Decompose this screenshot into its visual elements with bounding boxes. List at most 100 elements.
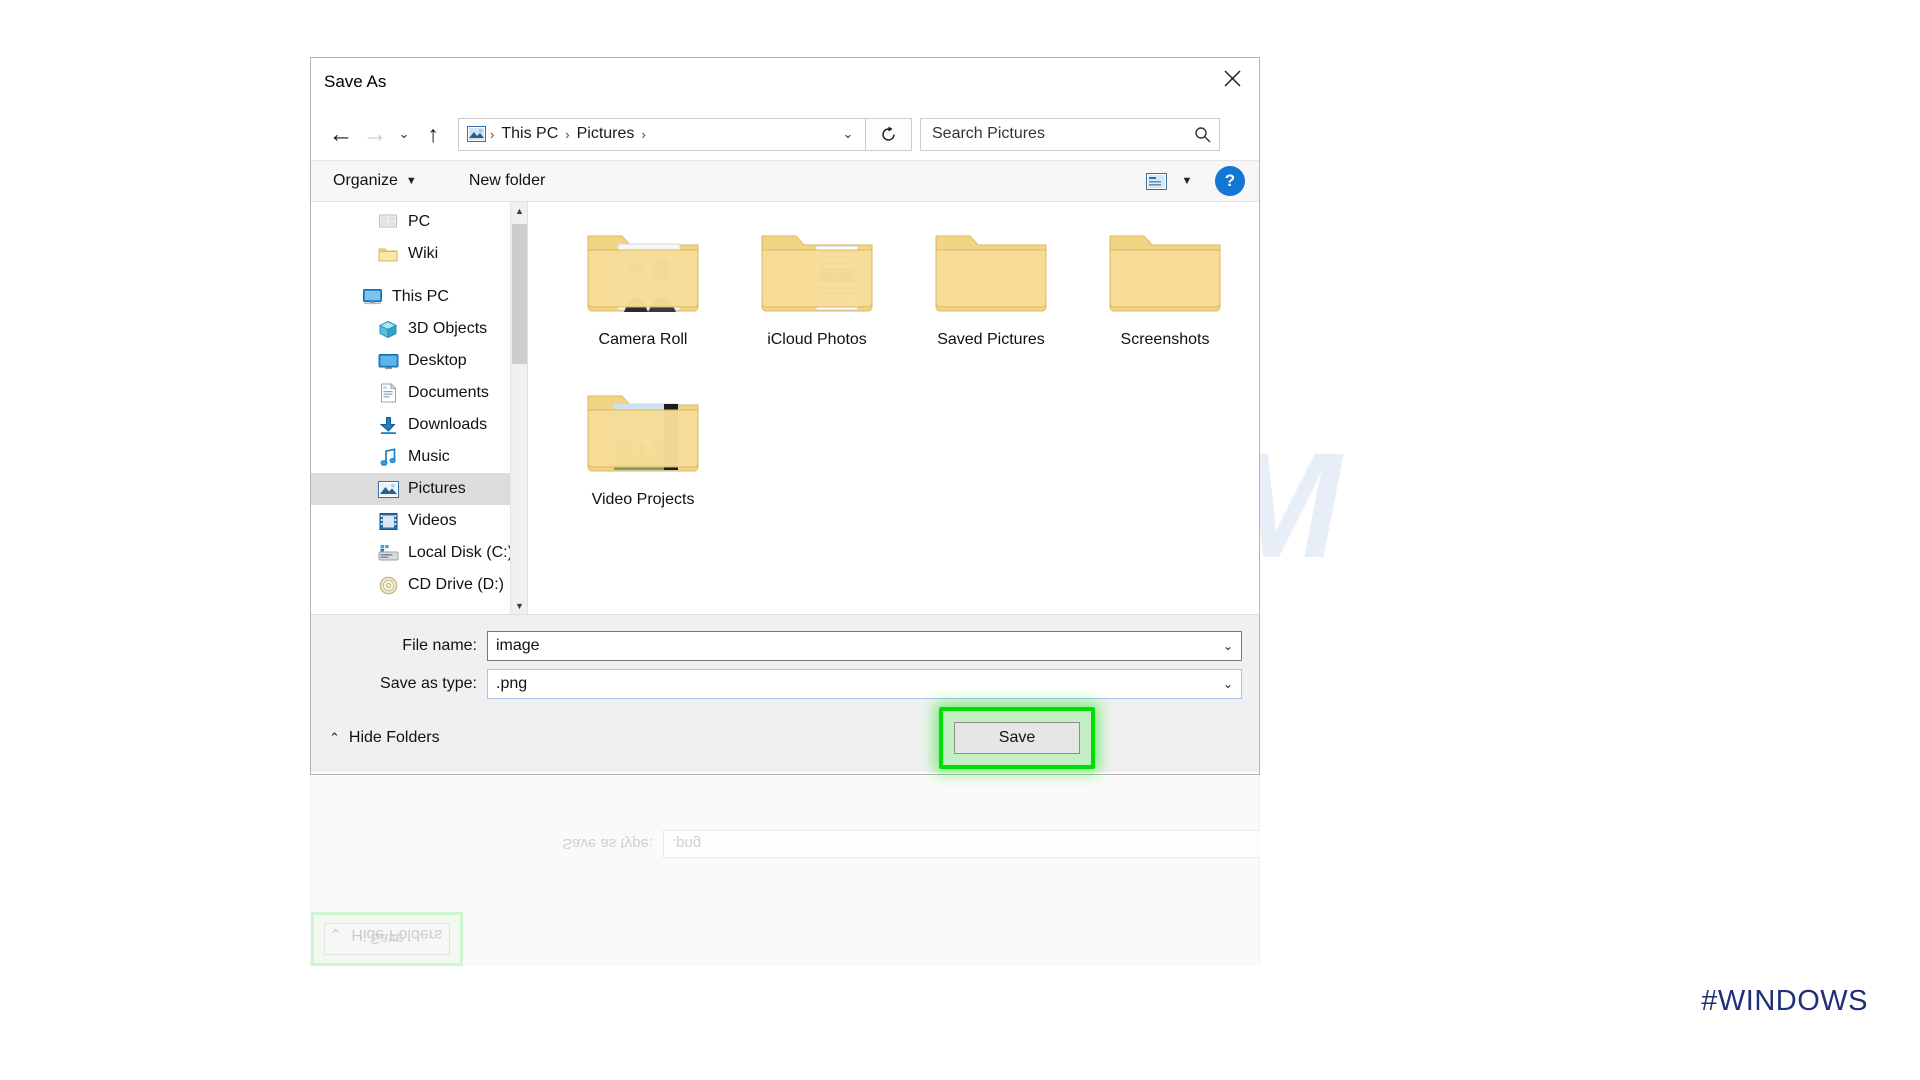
folder-icon: [1106, 220, 1224, 322]
save-form: File name: image ⌄ Save as type: .png ⌄: [311, 614, 1259, 704]
back-arrow-icon[interactable]: ←: [324, 117, 358, 151]
sidebar-scrollbar[interactable]: ▲ ▼: [510, 202, 527, 614]
this-pc-icon: [361, 286, 383, 308]
reflection-hide-folders-label: Hide Folders: [351, 926, 443, 943]
sidebar-item-label: Local Disk (C:): [408, 544, 513, 561]
folder-tree: PC Wiki This PC 3D Objects Desktop Documents D…: [311, 206, 527, 601]
organize-button[interactable]: Organize ▼: [325, 168, 425, 194]
breadcrumb-this-pc[interactable]: This PC: [497, 125, 562, 143]
dialog-body: PC Wiki This PC 3D Objects Desktop Documents D…: [311, 202, 1259, 614]
sidebar-item-label: Music: [408, 448, 450, 465]
chevron-up-icon: ⌃: [329, 730, 340, 745]
address-bar[interactable]: › This PC › Pictures › ⌄: [458, 117, 866, 151]
tree-group-gap: [311, 270, 527, 281]
up-arrow-icon[interactable]: ↑: [416, 117, 450, 151]
sidebar-item-label: PC: [408, 213, 431, 230]
file-name-row: File name: image ⌄: [311, 630, 1259, 662]
folder-label: Camera Roll: [598, 331, 688, 348]
content-scroll-region: [1242, 202, 1259, 614]
pc-icon: [377, 211, 399, 233]
footer-button-area: Save: [939, 707, 1241, 769]
navigation-pane: PC Wiki This PC 3D Objects Desktop Documents D…: [311, 202, 527, 614]
cd-drive-icon: [377, 574, 399, 596]
sidebar-item-pc[interactable]: PC: [311, 206, 527, 238]
sidebar-item-local-disk-c[interactable]: Local Disk (C:): [311, 537, 527, 569]
sidebar-item-wiki[interactable]: Wiki: [311, 238, 527, 270]
help-button[interactable]: ?: [1215, 166, 1245, 196]
folder-item[interactable]: Camera Roll: [556, 220, 730, 380]
address-chevron-down-icon[interactable]: ⌄: [835, 119, 861, 150]
sidebar-item-label: Pictures: [408, 480, 466, 497]
save-as-type-label: Save as type:: [380, 675, 477, 692]
breadcrumb-separator: ›: [565, 126, 570, 142]
search-icon[interactable]: [1191, 123, 1213, 145]
folder-item[interactable]: Saved Pictures: [904, 220, 1078, 380]
sidebar-item-music[interactable]: Music: [311, 441, 527, 473]
view-chevron-down-icon[interactable]: ▼: [1175, 167, 1199, 195]
breadcrumb-pictures[interactable]: Pictures: [573, 125, 639, 143]
sidebar-item-downloads[interactable]: Downloads: [311, 409, 527, 441]
dialog-footer: ⌃ Hide Folders Save: [311, 704, 1259, 772]
forward-arrow-icon: →: [362, 119, 388, 148]
scroll-up-chevron-up-icon[interactable]: ▲: [511, 202, 527, 219]
save-as-type-chevron-down-icon[interactable]: ⌄: [1215, 670, 1241, 698]
file-name-field[interactable]: image ⌄: [487, 631, 1242, 661]
reflection-surface: ⌄ Hide Folders Save Save as type: .png: [310, 776, 1260, 966]
folder-label: Saved Pictures: [937, 331, 1045, 348]
scrollbar-thumb[interactable]: [512, 224, 527, 364]
3d-objects-icon: [377, 318, 399, 340]
breadcrumb-separator: ›: [490, 126, 495, 142]
scroll-down-chevron-down-icon[interactable]: ▼: [511, 597, 527, 614]
save-as-type-field[interactable]: .png ⌄: [487, 669, 1242, 699]
recent-locations-chevron-down-icon[interactable]: ⌄: [392, 117, 416, 151]
chevron-down-icon: ⌄: [329, 925, 343, 942]
reflection-save-type-label: Save as type:: [562, 835, 653, 853]
documents-icon: [377, 382, 399, 404]
search-box[interactable]: Search Pictures: [920, 117, 1220, 151]
navigation-bar: ← → ⌄ ↑ › This PC › Pictures › ⌄ Search …: [311, 108, 1259, 160]
sidebar-item-3d-objects[interactable]: 3D Objects: [311, 313, 527, 345]
reflection-save-type-row: Save as type: .png: [487, 830, 1260, 858]
new-folder-button[interactable]: New folder: [461, 168, 553, 194]
folder-item[interactable]: iCloud Photos: [730, 220, 904, 380]
folder-icon: [758, 220, 876, 322]
save-as-type-value[interactable]: .png: [496, 675, 1215, 693]
downloads-icon: [377, 414, 399, 436]
sidebar-item-label: CD Drive (D:): [408, 576, 504, 593]
sidebar-item-label: Wiki: [408, 245, 439, 262]
save-button-highlight: Save: [939, 707, 1095, 769]
music-icon: [377, 446, 399, 468]
sidebar-item-cd-drive-d[interactable]: CD Drive (D:): [311, 569, 527, 601]
close-icon[interactable]: [1205, 58, 1259, 98]
new-folder-label: New folder: [468, 172, 546, 189]
file-name-chevron-down-icon[interactable]: ⌄: [1215, 632, 1241, 660]
local-disk-icon: [377, 542, 399, 564]
reflection-hide-folders: ⌄ Hide Folders: [329, 924, 442, 944]
sidebar-item-label: Documents: [408, 384, 489, 401]
refresh-icon[interactable]: [866, 117, 912, 151]
folder-item[interactable]: Video Projects: [556, 380, 730, 540]
file-name-value[interactable]: image: [496, 637, 1215, 655]
reflection-save-type-value: .png: [663, 830, 1260, 858]
sidebar-item-desktop[interactable]: Desktop: [311, 345, 527, 377]
folder-item[interactable]: Screenshots: [1078, 220, 1252, 380]
sidebar-item-label: Videos: [408, 512, 457, 529]
dialog-reflection: ⌄ Hide Folders Save Save as type: .png: [310, 776, 1260, 966]
sidebar-item-videos[interactable]: Videos: [311, 505, 527, 537]
command-toolbar: Organize ▼ New folder ▼ ?: [311, 160, 1259, 202]
file-list-pane: Camera Roll iCloud Photos Saved Pictures…: [527, 202, 1259, 614]
sidebar-item-documents[interactable]: Documents: [311, 377, 527, 409]
view-layout-icon[interactable]: [1139, 167, 1173, 195]
sidebar-item-pictures[interactable]: Pictures: [311, 473, 527, 505]
pictures-icon: [377, 478, 399, 500]
breadcrumb-separator: ›: [641, 126, 646, 142]
folder-icon: [584, 220, 702, 322]
save-button[interactable]: Save: [954, 722, 1080, 754]
dialog-titlebar: Save As: [311, 58, 1259, 108]
organize-label: Organize: [333, 172, 398, 189]
sidebar-item-this-pc[interactable]: This PC: [311, 281, 527, 313]
hide-folders-button[interactable]: ⌃ Hide Folders: [329, 729, 440, 747]
folder-label: iCloud Photos: [767, 331, 867, 348]
hide-folders-label: Hide Folders: [348, 729, 440, 746]
search-input[interactable]: Search Pictures: [932, 125, 1191, 143]
